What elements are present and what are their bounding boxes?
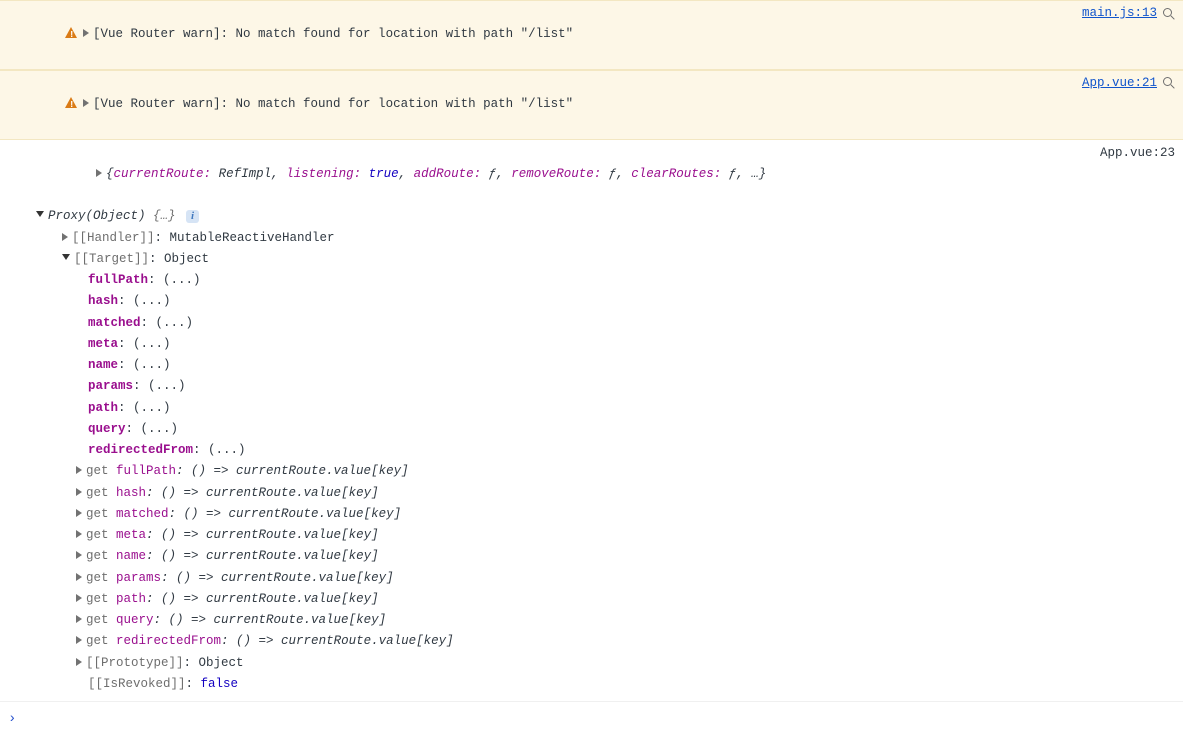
property-key: meta	[88, 337, 118, 351]
getter-value: : () => currentRoute.value[key]	[176, 464, 409, 478]
object-getter[interactable]: get params: () => currentRoute.value[key…	[36, 568, 1175, 589]
object-getter[interactable]: get query: () => currentRoute.value[key]	[36, 610, 1175, 631]
proxy-label: Proxy(Object)	[48, 209, 146, 223]
property-value: : (...)	[148, 273, 201, 287]
getter-value: : () => currentRoute.value[key]	[221, 634, 454, 648]
getter-key: path	[116, 592, 146, 606]
object-getter[interactable]: get hash: () => currentRoute.value[key]	[36, 483, 1175, 504]
source-link[interactable]: App.vue:21	[1082, 73, 1157, 94]
getter-value: : () => currentRoute.value[key]	[169, 507, 402, 521]
object-getter[interactable]: get path: () => currentRoute.value[key]	[36, 589, 1175, 610]
console-warning-row[interactable]: [Vue Router warn]: No match found for lo…	[0, 70, 1183, 140]
collapse-icon[interactable]	[36, 211, 44, 217]
getter-key: fullPath	[116, 464, 176, 478]
object-getter[interactable]: get meta: () => currentRoute.value[key]	[36, 525, 1175, 546]
property-value: : (...)	[118, 358, 171, 372]
object-node[interactable]: [[Prototype]]: Object	[36, 653, 1175, 674]
property-key: hash	[88, 294, 118, 308]
object-getter[interactable]: get name: () => currentRoute.value[key]	[36, 546, 1175, 567]
object-property[interactable]: fullPath: (...)	[36, 270, 1175, 291]
console-prompt[interactable]: ›	[0, 702, 1183, 738]
expand-icon[interactable]	[76, 658, 82, 666]
expand-icon[interactable]	[76, 636, 82, 644]
expand-icon[interactable]	[83, 29, 89, 37]
expand-icon[interactable]	[76, 530, 82, 538]
getter-key: params	[116, 571, 161, 585]
property-key: query	[88, 422, 126, 436]
object-property[interactable]: meta: (...)	[36, 334, 1175, 355]
property-value: : (...)	[141, 316, 194, 330]
getter-value: : () => currentRoute.value[key]	[146, 486, 379, 500]
warning-icon	[65, 97, 77, 108]
object-property[interactable]: matched: (...)	[36, 313, 1175, 334]
object-node[interactable]: [[IsRevoked]]: false	[36, 674, 1175, 695]
expand-icon[interactable]	[76, 466, 82, 474]
warning-text: [Vue Router warn]: No match found for lo…	[93, 97, 573, 111]
collapse-icon[interactable]	[62, 254, 70, 260]
object-node[interactable]: [[Target]]: Object	[36, 249, 1175, 270]
object-property[interactable]: hash: (...)	[36, 291, 1175, 312]
expand-icon[interactable]	[76, 594, 82, 602]
console-panel: [Vue Router warn]: No match found for lo…	[0, 0, 1183, 738]
property-value: : (...)	[118, 294, 171, 308]
object-node[interactable]: Proxy(Object) {…} i	[36, 206, 1175, 227]
property-key: fullPath	[88, 273, 148, 287]
object-property[interactable]: params: (...)	[36, 376, 1175, 397]
object-property[interactable]: query: (...)	[36, 419, 1175, 440]
property-key: params	[88, 379, 133, 393]
object-node[interactable]: [[Handler]]: MutableReactiveHandler	[36, 228, 1175, 249]
object-getter[interactable]: get redirectedFrom: () => currentRoute.v…	[36, 631, 1175, 652]
property-value: : (...)	[118, 401, 171, 415]
object-getter[interactable]: get fullPath: () => currentRoute.value[k…	[36, 461, 1175, 482]
getter-value: : () => currentRoute.value[key]	[146, 528, 379, 542]
object-property[interactable]: name: (...)	[36, 355, 1175, 376]
expand-icon[interactable]	[76, 615, 82, 623]
search-icon[interactable]	[1163, 8, 1175, 20]
getter-value: : () => currentRoute.value[key]	[154, 613, 387, 627]
warning-text: [Vue Router warn]: No match found for lo…	[93, 27, 573, 41]
property-key: path	[88, 401, 118, 415]
expand-icon[interactable]	[96, 169, 102, 177]
getter-key: name	[116, 549, 146, 563]
getter-value: : () => currentRoute.value[key]	[146, 549, 379, 563]
source-link[interactable]: main.js:13	[1082, 3, 1157, 24]
object-property[interactable]: path: (...)	[36, 398, 1175, 419]
getter-key: redirectedFrom	[116, 634, 221, 648]
getter-key: hash	[116, 486, 146, 500]
getter-value: : () => currentRoute.value[key]	[161, 571, 394, 585]
getter-key: meta	[116, 528, 146, 542]
property-value: : (...)	[133, 379, 186, 393]
property-key: matched	[88, 316, 141, 330]
object-summary[interactable]: {currentRoute: RefImpl, listening: true,…	[106, 167, 766, 181]
expand-icon[interactable]	[62, 233, 68, 241]
source-location: main.js:13	[1082, 3, 1175, 24]
search-icon[interactable]	[1163, 77, 1175, 89]
console-log-row[interactable]: {currentRoute: RefImpl, listening: true,…	[0, 140, 1183, 703]
property-value: : (...)	[193, 443, 246, 457]
source-link[interactable]: App.vue:23	[1100, 146, 1175, 160]
expand-icon[interactable]	[76, 551, 82, 559]
object-property[interactable]: redirectedFrom: (...)	[36, 440, 1175, 461]
property-key: name	[88, 358, 118, 372]
property-key: redirectedFrom	[88, 443, 193, 457]
source-location: App.vue:21	[1082, 73, 1175, 94]
property-value: : (...)	[118, 337, 171, 351]
getter-key: query	[116, 613, 154, 627]
warning-icon	[65, 27, 77, 38]
chevron-right-icon: ›	[8, 711, 16, 727]
expand-icon[interactable]	[83, 99, 89, 107]
property-value: : (...)	[126, 422, 179, 436]
getter-key: matched	[116, 507, 169, 521]
info-icon[interactable]: i	[186, 210, 199, 223]
object-getter[interactable]: get matched: () => currentRoute.value[ke…	[36, 504, 1175, 525]
expand-icon[interactable]	[76, 509, 82, 517]
getter-value: : () => currentRoute.value[key]	[146, 592, 379, 606]
console-warning-row[interactable]: [Vue Router warn]: No match found for lo…	[0, 0, 1183, 70]
expand-icon[interactable]	[76, 573, 82, 581]
expand-icon[interactable]	[76, 488, 82, 496]
